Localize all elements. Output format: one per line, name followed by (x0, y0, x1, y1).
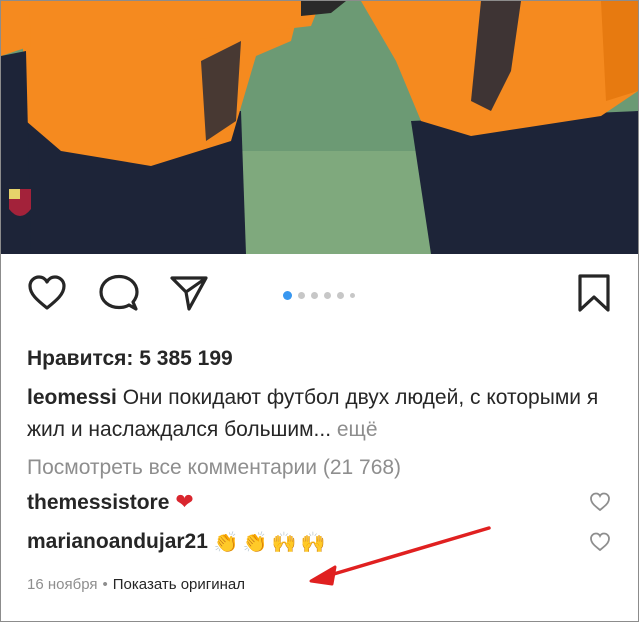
show-original-link[interactable]: Показать оригинал (113, 576, 245, 593)
comment-item: marianoandujar21 👏👏🙌🙌 (27, 530, 330, 554)
view-all-comments-link[interactable]: Посмотреть все комментарии (21 768) (27, 456, 401, 480)
photo-illustration (1, 1, 638, 254)
bookmark-icon (578, 274, 610, 312)
carousel-dot (337, 291, 344, 299)
meta-separator: • (102, 576, 108, 593)
likes-count[interactable]: Нравится: 5 385 199 (27, 347, 233, 371)
clapping-hands-emoji: 👏👏🙌🙌 (213, 530, 330, 554)
post-meta: 16 ноября • Показать оригинал (27, 576, 245, 593)
caption-more-link[interactable]: ещё (331, 418, 378, 441)
post-caption: leomessi Они покидают футбол двух людей,… (27, 382, 607, 446)
comment-username[interactable]: themessistore (27, 491, 169, 515)
save-button[interactable] (572, 271, 616, 315)
comment-like-button[interactable] (589, 492, 611, 514)
share-button[interactable] (167, 271, 211, 315)
comment-item: themessistore ❤ (27, 490, 194, 515)
post-date: 16 ноября (27, 576, 98, 593)
caption-username[interactable]: leomessi (27, 386, 117, 409)
like-button[interactable] (25, 271, 69, 315)
speech-bubble-icon (99, 274, 139, 311)
heart-outline-icon (590, 532, 610, 552)
action-bar (1, 271, 638, 323)
carousel-indicator (283, 290, 355, 300)
carousel-dot (298, 291, 305, 299)
heart-outline-icon (590, 492, 610, 512)
carousel-dot (350, 292, 355, 298)
comment-like-button[interactable] (589, 532, 611, 554)
comment-username[interactable]: marianoandujar21 (27, 530, 208, 554)
paper-plane-icon (170, 276, 208, 311)
heart-outline-icon (28, 275, 66, 310)
post-photo[interactable] (1, 1, 638, 254)
comment-button[interactable] (97, 271, 141, 315)
post-container: Нравится: 5 385 199 leomessi Они покидаю… (0, 0, 639, 622)
carousel-dot (311, 291, 318, 299)
carousel-dot (324, 291, 331, 299)
carousel-dot-active (283, 290, 292, 300)
red-heart-emoji: ❤ (175, 490, 194, 515)
